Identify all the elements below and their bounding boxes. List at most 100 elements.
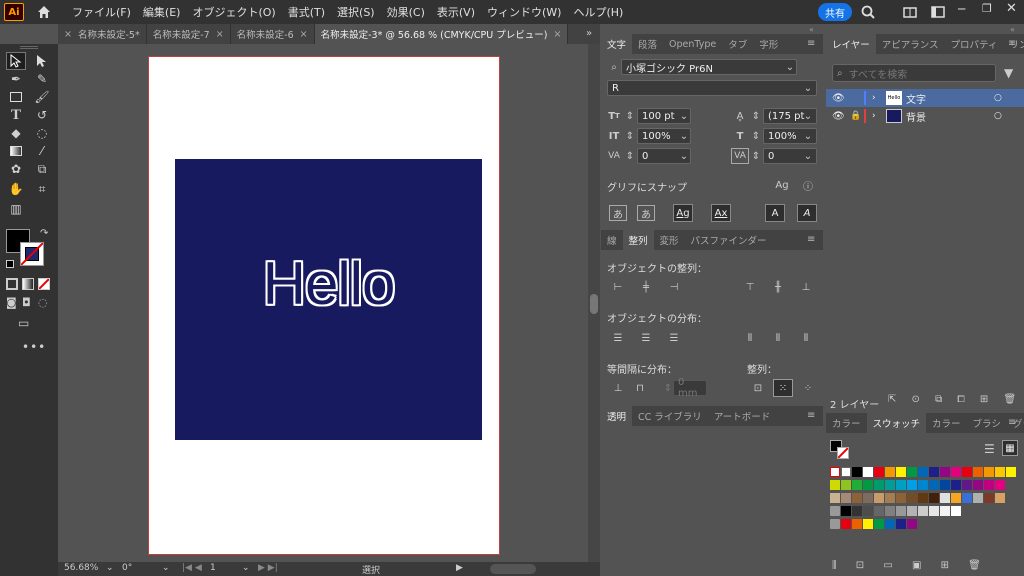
screen-mode-icon[interactable]: ▭ — [18, 316, 29, 330]
panel-tab[interactable]: アートボード — [708, 409, 776, 423]
color-swatch[interactable] — [885, 506, 895, 516]
menu-item[interactable]: 編集(E) — [137, 4, 187, 20]
tabs-overflow-icon[interactable]: » — [586, 28, 592, 39]
font-size-dropdown-icon[interactable]: ⌄ — [675, 108, 693, 124]
color-swatch[interactable] — [962, 480, 972, 490]
align-to-artboard-icon[interactable]: ⊡ — [749, 380, 767, 396]
distribute-vcenter-icon[interactable]: ☰ — [637, 330, 655, 346]
pen-tool-icon[interactable]: ✒ — [6, 70, 26, 88]
vertical-scrollbar[interactable] — [588, 44, 600, 562]
leading-dropdown-icon[interactable]: ⌄ — [799, 108, 817, 124]
color-swatch[interactable] — [962, 493, 972, 503]
toolbar-grip[interactable] — [20, 46, 38, 49]
document-tab[interactable]: × 名称未設定-5* — [58, 24, 147, 44]
panel-menu-icon[interactable]: ≡ — [807, 38, 815, 49]
curvature-tool-icon[interactable]: ✎ — [32, 70, 52, 88]
color-swatch[interactable] — [896, 519, 906, 529]
close-tab-icon[interactable]: × — [553, 29, 561, 40]
shape-builder-tool-icon[interactable]: ⧉ — [32, 160, 52, 178]
color-swatch[interactable] — [907, 467, 917, 477]
align-left-icon[interactable]: ⊢ — [609, 279, 627, 295]
menu-item[interactable]: ウィンドウ(W) — [481, 4, 567, 20]
status-menu-icon[interactable]: ▶ — [456, 563, 463, 573]
color-swatch[interactable] — [841, 506, 851, 516]
color-swatch[interactable] — [918, 480, 928, 490]
none-mode-icon[interactable] — [38, 278, 50, 290]
menu-item[interactable]: 選択(S) — [331, 4, 381, 20]
distribute-right-icon[interactable]: ⫴ — [797, 330, 815, 346]
align-right-icon[interactable]: ⊣ — [665, 279, 683, 295]
zoom-dropdown-icon[interactable]: ⌄ — [106, 563, 114, 573]
color-swatch[interactable] — [896, 480, 906, 490]
graph-tool-icon[interactable]: ▥ — [6, 200, 26, 218]
none-swatch[interactable] — [830, 467, 840, 477]
color-swatch[interactable] — [896, 506, 906, 516]
close-tab-icon[interactable]: × — [300, 29, 308, 40]
lasso-tool-icon[interactable]: ◌ — [32, 124, 52, 142]
vertical-scale-dropdown-icon[interactable]: ⌄ — [675, 128, 693, 144]
edit-toolbar-icon[interactable]: ••• — [22, 340, 46, 354]
color-swatch[interactable] — [984, 467, 994, 477]
workspace-icon[interactable] — [930, 4, 946, 20]
color-swatch[interactable] — [841, 480, 851, 490]
menu-item[interactable]: 書式(T) — [282, 4, 331, 20]
color-swatch[interactable] — [885, 519, 895, 529]
color-swatch[interactable] — [852, 506, 862, 516]
color-swatch[interactable] — [951, 493, 961, 503]
align-hcenter-icon[interactable]: ╪ — [637, 279, 655, 295]
gradient-tool-icon[interactable] — [6, 142, 26, 160]
close-tab-icon[interactable]: × — [216, 29, 224, 40]
panel-tab[interactable]: 段落 — [632, 37, 663, 51]
color-swatch[interactable] — [863, 467, 873, 477]
rotation-dropdown-icon[interactable]: ⌄ — [162, 563, 170, 573]
hello-text-object[interactable]: Hello — [175, 249, 482, 318]
snap-baseline-icon[interactable]: あ — [609, 205, 627, 221]
panel-tab[interactable]: CC ライブラリ — [632, 409, 708, 423]
color-swatch[interactable] — [973, 480, 983, 490]
color-group-folder-icon[interactable] — [830, 519, 840, 529]
zoom-level[interactable]: 56.68% — [64, 563, 98, 573]
color-swatch[interactable] — [885, 467, 895, 477]
color-swatch[interactable] — [940, 480, 950, 490]
search-icon[interactable] — [860, 4, 876, 20]
color-swatch[interactable] — [874, 480, 884, 490]
kerning-dropdown-icon[interactable]: ⌄ — [675, 148, 693, 164]
draw-mode-icon[interactable]: ◙ — [6, 296, 17, 309]
arrange-documents-icon[interactable] — [902, 4, 918, 20]
color-swatch[interactable] — [907, 519, 917, 529]
panel-tab[interactable]: OpenType — [663, 39, 722, 50]
color-swatch[interactable] — [951, 467, 961, 477]
document-tab[interactable]: 名称未設定-3* @ 56.68 % (CMYK/CPU プレビュー) × — [314, 24, 569, 44]
symbol-sprayer-tool-icon[interactable]: ✿ — [6, 160, 26, 178]
glyph-settings-icon[interactable]: Ag — [773, 177, 791, 193]
close-tab-icon[interactable]: × — [64, 29, 72, 40]
first-artboard-icon[interactable]: |◀ ◀ — [182, 563, 202, 573]
tracking-dropdown-icon[interactable]: ⌄ — [799, 148, 817, 164]
color-swatch[interactable] — [874, 519, 884, 529]
artboard-dropdown-icon[interactable]: ⌄ — [242, 563, 250, 573]
registration-swatch[interactable] — [841, 467, 851, 477]
color-swatch[interactable] — [874, 493, 884, 503]
color-swatch[interactable] — [940, 493, 950, 503]
swap-colors-icon[interactable]: ↷ — [40, 228, 48, 239]
menu-item[interactable]: 表示(V) — [431, 4, 481, 20]
color-swatch[interactable] — [1006, 467, 1016, 477]
color-swatch[interactable] — [830, 493, 840, 503]
color-swatch[interactable] — [929, 506, 939, 516]
background-rectangle[interactable]: Hello — [175, 159, 482, 440]
rotate-tool-icon[interactable]: ↺ — [32, 106, 52, 124]
panel-tab[interactable]: パスファインダー — [685, 233, 773, 247]
restore-icon[interactable]: ❐ — [982, 2, 992, 15]
color-swatch[interactable] — [852, 493, 862, 503]
color-swatch[interactable] — [929, 467, 939, 477]
close-icon[interactable]: ✕ — [1006, 1, 1017, 16]
font-family-dropdown-icon[interactable]: ⌄ — [781, 59, 799, 75]
transparency-panel-menu-icon[interactable]: ≡ — [807, 410, 815, 421]
color-swatch[interactable] — [984, 493, 994, 503]
menu-item[interactable]: オブジェクト(O) — [186, 4, 281, 20]
color-swatch[interactable] — [984, 480, 994, 490]
color-swatch[interactable] — [907, 493, 917, 503]
color-swatch[interactable] — [940, 506, 950, 516]
eraser-tool-icon[interactable]: ◆ — [6, 124, 26, 142]
panel-tab[interactable]: 変形 — [654, 233, 685, 247]
